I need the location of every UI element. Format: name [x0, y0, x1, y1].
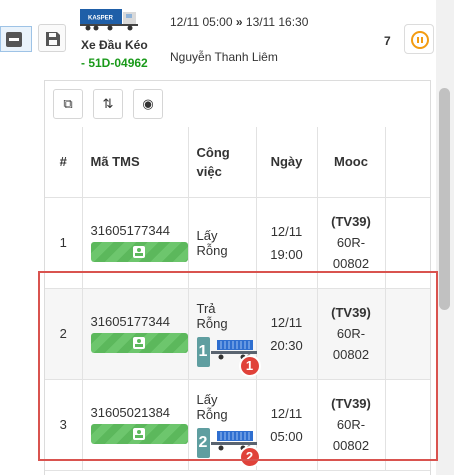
date-time: 05:00: [270, 428, 303, 444]
save-icon: [46, 32, 60, 46]
step-indicator: 2: [196, 427, 210, 458]
col-header-mooc[interactable]: Mooc: [317, 127, 386, 198]
date-day: 12/11: [270, 405, 303, 421]
extra-cell: [385, 379, 430, 471]
date-time: 19:00: [270, 246, 303, 262]
tms-status-bar[interactable]: [90, 424, 188, 444]
table-row[interactable]: 1 31605177344 Lấy Rỗng 12/11 19:00 (TV39…: [45, 197, 430, 289]
date-time: 20:30: [270, 337, 303, 353]
mooc-plate-2: 00802: [332, 256, 370, 271]
job-cell: Lấy Rỗng 2 2: [188, 379, 261, 471]
job-label: Lấy Rỗng: [196, 391, 228, 422]
job-cell: Trả Rỗng 1 1: [188, 288, 261, 380]
col-header-job[interactable]: Công việc: [188, 127, 257, 198]
date-day: 12/11: [270, 223, 303, 239]
job-graphic: 2 2: [196, 426, 261, 468]
trip-header: KASPER Xe Đầu Kéo - 51D-04962 12/11 05:0…: [32, 0, 436, 80]
table-row[interactable]: 2 31605177344 Trả Rỗng 1 1 12/11 20:30 (…: [45, 288, 430, 380]
id-card-icon: [132, 428, 145, 440]
time-range: 12/11 05:00 » 13/11 16:30: [170, 15, 308, 29]
logo-text: KASPER: [88, 16, 114, 22]
collapse-icon[interactable]: [6, 32, 22, 47]
mooc-cell: (TV39) 60R- 00802: [317, 197, 386, 289]
trip-detail-view: KASPER Xe Đầu Kéo - 51D-04962 12/11 05:0…: [0, 0, 454, 475]
mooc-plate-2: 00802: [332, 347, 370, 362]
order-badge: 1: [238, 354, 261, 377]
mooc-plate-2: 00802: [332, 438, 370, 453]
extra-cell: [385, 288, 430, 380]
vehicle-plate: - 51D-04962: [81, 56, 148, 70]
date-cell: 12/11 05:00: [256, 379, 318, 471]
mooc-code: (TV39): [331, 396, 371, 411]
time-separator-icon: »: [235, 15, 243, 29]
jobs-toolbar: ⧉ ⇅ ◉: [45, 81, 430, 127]
tms-cell: 31605021384: [82, 379, 189, 471]
time-start: 12/11 05:00: [170, 15, 233, 29]
job-label: Lấy Rỗng: [196, 227, 228, 258]
job-label: Trả Rỗng: [196, 300, 228, 331]
tms-number[interactable]: 31605177344: [91, 314, 180, 329]
table-row[interactable]: 3 31605021384 Lấy Rỗng 2 2 12/11 05:00 (…: [45, 379, 430, 471]
order-badge: 2: [238, 445, 261, 468]
mooc-code: (TV39): [331, 214, 371, 229]
extra-cell: [385, 197, 430, 289]
job-count: 7: [384, 34, 391, 48]
left-collapse-strip: [0, 0, 32, 475]
row-num: 2: [45, 288, 83, 380]
mooc-cell: (TV39) 60R- 00802: [317, 288, 386, 380]
date-day: 12/11: [270, 314, 303, 330]
col-header-date[interactable]: Ngày: [256, 127, 318, 198]
jobs-table: # Mã TMS Công việc Ngày Mooc 1 316051773…: [45, 127, 430, 471]
truck-icon: KASPER: [80, 9, 138, 31]
mooc-cell: (TV39) 60R- 00802: [317, 379, 386, 471]
mooc-plate-1: 60R-: [336, 235, 366, 250]
eye-icon: ◉: [142, 96, 154, 111]
job-graphic: 1 1: [196, 335, 261, 377]
time-end: 13/11 16:30: [245, 15, 309, 29]
id-card-icon: [132, 246, 145, 258]
col-header-extra: [385, 127, 430, 198]
tms-number[interactable]: 31605177344: [91, 223, 180, 238]
mooc-code: (TV39): [331, 305, 371, 320]
pause-button[interactable]: [404, 24, 434, 54]
open-external-icon: ⧉: [63, 96, 73, 111]
mooc-plate-1: 60R-: [336, 326, 366, 341]
jobs-panel: ⧉ ⇅ ◉ # Mã TMS Công việc Ngày Mooc 1 316…: [44, 80, 431, 475]
mooc-plate-1: 60R-: [336, 417, 366, 432]
row-num: 3: [45, 379, 83, 471]
vehicle-type: Xe Đầu Kéo: [81, 38, 148, 52]
col-header-num[interactable]: #: [45, 127, 83, 198]
step-indicator: 1: [196, 336, 210, 367]
tms-cell: 31605177344: [82, 197, 189, 289]
pause-icon: [411, 31, 429, 49]
col-header-tms[interactable]: Mã TMS: [82, 127, 189, 198]
tms-cell: 31605177344: [82, 288, 189, 380]
open-external-button[interactable]: ⧉: [53, 89, 83, 119]
scrollbar-thumb[interactable]: [439, 88, 450, 310]
sort-button[interactable]: ⇅: [93, 89, 123, 119]
date-cell: 12/11 20:30: [256, 288, 318, 380]
view-button[interactable]: ◉: [133, 89, 163, 119]
save-button[interactable]: [38, 24, 66, 52]
sort-icon: ⇅: [102, 96, 114, 111]
tms-status-bar[interactable]: [90, 333, 188, 353]
row-num: 1: [45, 197, 83, 289]
tms-status-bar[interactable]: [90, 242, 188, 262]
id-card-icon: [132, 337, 145, 349]
table-header-row: # Mã TMS Công việc Ngày Mooc: [45, 127, 430, 198]
tms-number[interactable]: 31605021384: [91, 405, 180, 420]
driver-name: Nguyễn Thanh Liêm: [170, 50, 278, 64]
job-cell: Lấy Rỗng: [188, 197, 257, 289]
date-cell: 12/11 19:00: [256, 197, 318, 289]
